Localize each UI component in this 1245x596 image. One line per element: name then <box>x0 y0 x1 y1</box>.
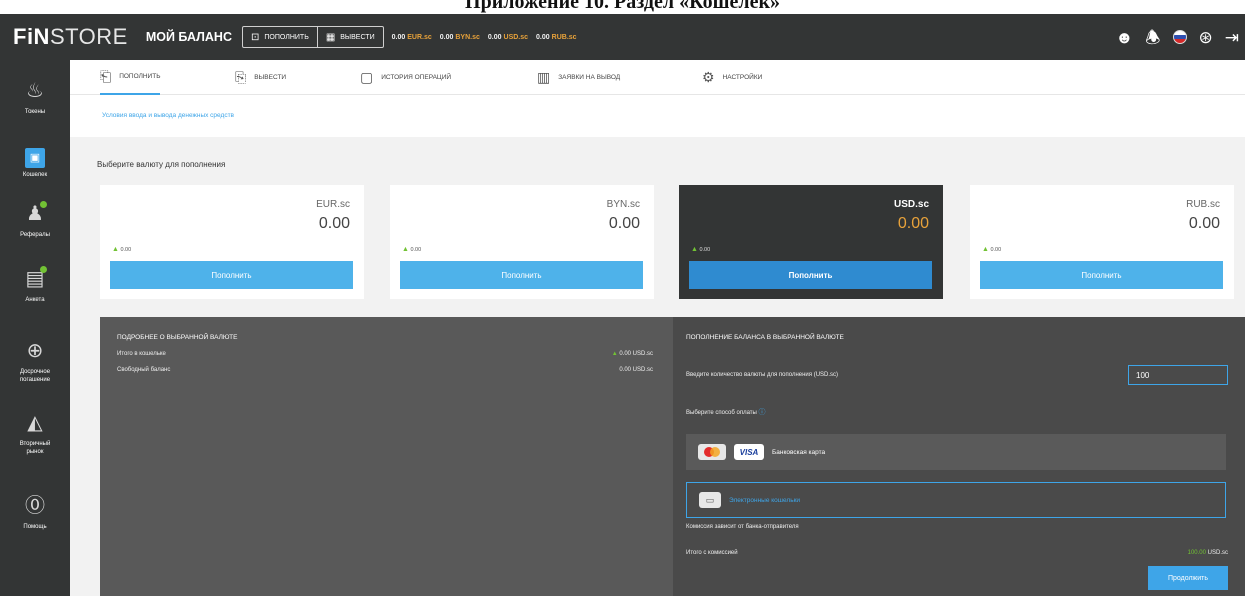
choose-currency-label: Выберите валюту для пополнения <box>97 160 226 169</box>
coins-icon: ▲ <box>402 246 409 253</box>
qty-label: Введите количество валюты для пополнения… <box>686 372 839 378</box>
terms-row: Условия ввода и вывода денежных средств <box>70 95 1245 137</box>
bell-icon[interactable]: 🕭 <box>1145 29 1160 46</box>
header-balance-usd: 0.00 USD.sc <box>487 33 529 41</box>
continue-button[interactable]: Продолжить <box>1148 566 1228 590</box>
sidebar-item-referrals[interactable]: ♟ Рефералы <box>0 201 70 239</box>
currency-card-byn[interactable]: BYN.sc 0.00 ▲ 0.00 Пополнить <box>390 185 654 299</box>
info-icon: ⓘ <box>758 409 766 416</box>
topup-byn-button[interactable]: Пополнить <box>400 261 643 289</box>
logo[interactable]: FiN STORE <box>13 24 128 50</box>
currency-details-panel: ПОДРОБНЕЕ О ВЫБРАННОЙ ВАЛЮТЕ Итого в кош… <box>100 317 685 596</box>
withdraw-icon: ▦ <box>325 31 336 43</box>
qty-input[interactable] <box>1128 365 1228 385</box>
header-withdraw-button[interactable]: ▦ ВЫВЕСТИ <box>316 27 383 47</box>
notification-dot <box>40 266 47 273</box>
e-wallet-icon: ▭ <box>699 492 721 508</box>
tab-history[interactable]: ▢ ИСТОРИЯ ОПЕРАЦИЙ <box>360 60 451 95</box>
commission-note: Комиссия зависит от банка-отправителя <box>686 524 799 530</box>
wallet-tabs: ⎗ ПОПОЛНИТЬ ⎘ ВЫВЕСТИ ▢ ИСТОРИЯ ОПЕРАЦИЙ ▥ З… <box>70 60 1245 95</box>
notification-dot <box>40 201 47 208</box>
wallet-icon: ▣ <box>25 148 45 168</box>
tab-settings[interactable]: ⚙ НАСТРОЙКИ <box>702 60 762 95</box>
requests-icon: ▥ <box>537 69 551 85</box>
visa-icon: VISA <box>734 444 764 460</box>
my-balance-label: МОЙ БАЛАНС <box>145 30 232 44</box>
help-icon: ⓪ <box>25 495 45 517</box>
mastercard-icon <box>698 444 726 460</box>
sidebar-item-secondary-market[interactable]: ◭ Вторичный рынок <box>0 412 70 456</box>
wallet-total-value: ▲ 0.00 USD.sc <box>611 351 653 357</box>
header-balance-rub: 0.00 RUB.sc <box>536 33 577 41</box>
topup-icon: ⎗ <box>100 68 112 84</box>
coins-icon: ▲ <box>982 246 989 253</box>
total-label: Итого с комиссией <box>686 550 738 556</box>
language-flag-icon[interactable] <box>1172 30 1187 44</box>
header-topup-button[interactable]: ⊡ ПОПОЛНИТЬ <box>243 27 317 47</box>
tab-withdraw-requests[interactable]: ▥ ЗАЯВКИ НА ВЫВОД <box>537 60 620 95</box>
sidebar: ♨ Токены ▣ Кошелек ♟ Рефералы ▤ Анкета ⊕… <box>0 60 70 596</box>
currency-card-usd[interactable]: USD.sc 0.00 ▲ 0.00 Пополнить <box>679 185 943 299</box>
document-heading: Приложение 10. Раздел «Кошелек» <box>465 0 780 13</box>
free-balance-label: Свободный баланс <box>117 367 171 373</box>
coins-icon: ▲ <box>112 246 119 253</box>
settings-icon: ⚙ <box>702 69 715 85</box>
details-title: ПОДРОБНЕЕ О ВЫБРАННОЙ ВАЛЮТЕ <box>117 334 238 341</box>
sidebar-item-wallet[interactable]: ▣ Кошелек <box>0 144 70 179</box>
top-icons: ☻ 🕭 ⊛ ⇥ <box>1115 29 1239 46</box>
tokens-icon: ♨ <box>26 80 44 102</box>
withdraw-icon: ⎘ <box>235 69 247 85</box>
topup-panel: ПОПОЛНЕНИЕ БАЛАНСА В ВЫБРАННОЙ ВАЛЮТЕ Вв… <box>673 317 1245 596</box>
topup-eur-button[interactable]: Пополнить <box>110 261 353 289</box>
tab-topup[interactable]: ⎗ ПОПОЛНИТЬ <box>100 60 161 95</box>
topup-usd-button[interactable]: Пополнить <box>689 261 932 289</box>
coins-icon: ▲ <box>691 246 698 253</box>
free-balance-value: 0.00 USD.sc <box>619 367 653 373</box>
logout-icon[interactable]: ⇥ <box>1225 29 1239 46</box>
total-value: 100.00 USD.sc <box>1187 550 1228 556</box>
header-currency-balances: 0.00 EUR.sc 0.00 BYN.sc 0.00 USD.sc 0.00 RUB… <box>392 34 577 41</box>
currency-card-rub[interactable]: RUB.sc 0.00 ▲ 0.00 Пополнить <box>970 185 1234 299</box>
user-avatar-icon[interactable]: ☻ <box>1115 29 1133 46</box>
sidebar-item-early-repayment[interactable]: ⊕ Досрочное погашение <box>0 340 70 384</box>
balance-actions: ⊡ ПОПОЛНИТЬ ▦ ВЫВЕСТИ <box>241 26 384 48</box>
sidebar-item-tokens[interactable]: ♨ Токены <box>0 80 70 116</box>
payment-method-bank-card[interactable]: VISA Банковская карта <box>686 434 1226 470</box>
main-content: Выберите валюту для пополнения EUR.sc 0.… <box>70 137 1245 596</box>
tab-withdraw[interactable]: ⎘ ВЫВЕСТИ <box>235 60 286 95</box>
wallet-total-label: Итого в кошельке <box>117 351 166 357</box>
settings-icon[interactable]: ⊛ <box>1199 29 1213 46</box>
deposit-icon: ⊡ <box>250 31 260 43</box>
sidebar-item-profile[interactable]: ▤ Анкета <box>0 266 70 304</box>
coins-icon: ▲ <box>611 351 618 357</box>
topup-rub-button[interactable]: Пополнить <box>980 261 1223 289</box>
history-icon: ▢ <box>360 69 374 85</box>
header-balance-byn: 0.00 BYN.sc <box>439 33 480 41</box>
header-balance-eur: 0.00 EUR.sc <box>391 33 432 41</box>
topup-title: ПОПОЛНЕНИЕ БАЛАНСА В ВЫБРАННОЙ ВАЛЮТЕ <box>686 334 844 341</box>
market-chart-icon: ◭ <box>27 412 43 434</box>
terms-link[interactable]: Условия ввода и вывода денежных средств <box>102 112 234 119</box>
payment-method-label: Выберите способ оплаты ⓘ <box>686 409 766 416</box>
payment-method-e-wallet[interactable]: ▭ Электронные кошельки <box>686 482 1226 518</box>
sidebar-item-help[interactable]: ⓪ Помощь <box>0 495 70 531</box>
early-repayment-icon: ⊕ <box>26 340 44 362</box>
top-bar: FiN STORE МОЙ БАЛАНС ⊡ ПОПОЛНИТЬ ▦ ВЫВЕСТИ … <box>0 14 1245 60</box>
referrals-icon: ♟ <box>0 201 70 225</box>
currency-card-eur[interactable]: EUR.sc 0.00 ▲ 0.00 Пополнить <box>100 185 364 299</box>
form-icon: ▤ <box>0 266 70 290</box>
